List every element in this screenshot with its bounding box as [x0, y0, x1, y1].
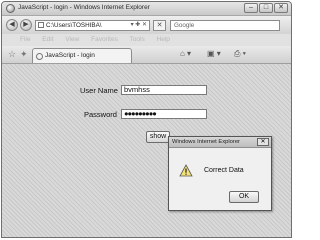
print-button[interactable]: ⎙ ▾: [234, 49, 246, 59]
search-input[interactable]: Google: [170, 20, 280, 31]
feeds-button[interactable]: ▣ ▾: [207, 49, 221, 58]
window-controls: – □ ✕: [244, 3, 288, 13]
menu-item-view[interactable]: View: [65, 36, 79, 43]
username-label: User Name: [80, 86, 118, 95]
menu-item-help[interactable]: Help: [157, 36, 170, 43]
browser-window: JavaScript - login - Windows Internet Ex…: [1, 1, 292, 238]
forward-button[interactable]: ▶: [20, 19, 32, 31]
close-window-button[interactable]: ✕: [274, 3, 288, 13]
menu-item-edit[interactable]: Edit: [42, 36, 53, 43]
menu-item-tools[interactable]: Tools: [130, 36, 145, 43]
add-favorite-icon[interactable]: ✦: [20, 49, 28, 60]
alert-dialog: Windows Internet Explorer ✕ Correct Data…: [168, 136, 272, 211]
favorites-star-icon[interactable]: ☆: [8, 49, 16, 60]
tab-title: JavaScript - login: [45, 52, 95, 59]
ie-logo-icon: [6, 4, 15, 13]
page-content: User Name bvmhss Password ●●●●●●●●● show…: [2, 64, 291, 237]
password-label: Password: [84, 110, 117, 119]
show-button[interactable]: show: [146, 131, 170, 143]
home-button[interactable]: ⌂ ▾: [180, 49, 191, 58]
navigation-bar: ◀ ▶ C:\Users\TOSHIBA\ ▾ ✚ ✕ ✕ Google: [2, 16, 291, 34]
window-title: JavaScript - login - Windows Internet Ex…: [18, 4, 150, 11]
menu-item-favorites[interactable]: Favorites: [91, 36, 118, 43]
tab-page-icon: [36, 53, 43, 60]
address-actions[interactable]: ▾ ✚ ✕: [131, 21, 147, 30]
dialog-message: Correct Data: [204, 167, 244, 174]
minimize-button[interactable]: –: [244, 3, 258, 13]
username-field[interactable]: bvmhss: [121, 85, 207, 95]
tab-javascript-login[interactable]: JavaScript - login: [32, 48, 132, 63]
menu-bar: File Edit View Favorites Tools Help: [2, 34, 291, 46]
ok-button[interactable]: OK: [229, 191, 259, 203]
dialog-close-button[interactable]: ✕: [257, 138, 269, 146]
page-icon: [38, 22, 44, 28]
stop-button[interactable]: ✕: [153, 20, 166, 31]
dialog-title: Windows Internet Explorer: [169, 137, 271, 148]
password-field[interactable]: ●●●●●●●●●: [121, 109, 207, 119]
tab-bar: ☆ ✦ JavaScript - login ⌂ ▾ ▣ ▾ ⎙ ▾: [2, 46, 291, 64]
maximize-button[interactable]: □: [259, 3, 273, 13]
title-bar: JavaScript - login - Windows Internet Ex…: [2, 2, 291, 16]
warning-icon: [179, 164, 193, 177]
back-button[interactable]: ◀: [6, 19, 18, 31]
address-bar[interactable]: C:\Users\TOSHIBA\ ▾ ✚ ✕: [35, 20, 150, 31]
address-text: C:\Users\TOSHIBA\: [46, 22, 102, 29]
menu-item-file[interactable]: File: [20, 36, 30, 43]
